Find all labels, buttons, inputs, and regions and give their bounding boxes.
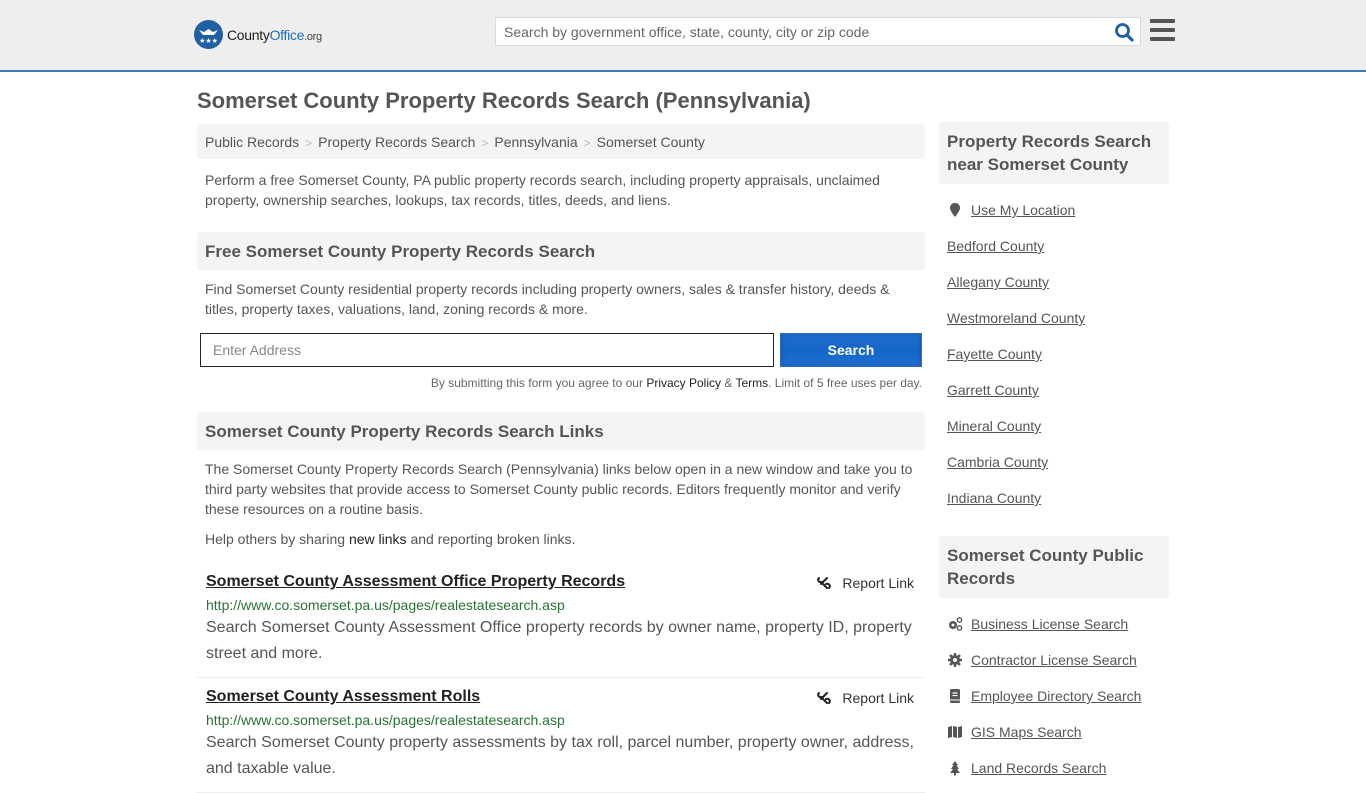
terms-notice-amp: &	[721, 376, 736, 390]
record-item: Somerset County Assessment Office Proper…	[197, 563, 925, 678]
terms-notice-suffix: . Limit of 5 free uses per day.	[768, 376, 922, 390]
nearby-county-item: Fayette County	[947, 336, 1169, 372]
record-url: http://www.co.somerset.pa.us/pages/reale…	[206, 597, 565, 613]
nearby-county-item: Cambria County	[947, 444, 1169, 480]
gears-icon	[949, 617, 963, 631]
record-url: http://www.co.somerset.pa.us/pages/reale…	[206, 712, 565, 728]
nearby-county-item: Allegany County	[947, 264, 1169, 300]
nearby-county-link[interactable]: Bedford County	[947, 238, 1044, 254]
nearby-county-link[interactable]: Garrett County	[947, 382, 1039, 398]
map-icon	[948, 726, 962, 738]
address-search-form: Search	[197, 333, 925, 367]
public-records-list: Business License Search Contractor Licen…	[939, 606, 1169, 786]
record-description: Search Somerset County property assessme…	[206, 734, 914, 777]
help-prefix: Help others by sharing	[205, 531, 349, 547]
hamburger-menu-icon[interactable]	[1150, 19, 1175, 41]
breadcrumb-property-records-search[interactable]: Property Records Search	[318, 134, 475, 150]
logo-text: CountyOffice.org	[227, 26, 322, 43]
nearby-county-item: Indiana County	[947, 480, 1169, 516]
address-input[interactable]	[200, 333, 774, 367]
nearby-county-link[interactable]: Allegany County	[947, 274, 1049, 290]
svg-text:★★★: ★★★	[199, 37, 218, 45]
nearby-county-link[interactable]: Indiana County	[947, 490, 1041, 506]
public-record-item: Business License Search	[947, 606, 1169, 642]
page-title: Somerset County Property Records Search …	[197, 88, 811, 113]
nearby-county-item: Mineral County	[947, 408, 1169, 444]
record-title-link[interactable]: Somerset County Assessment Rolls	[206, 688, 480, 705]
breadcrumb-separator: >	[305, 136, 313, 150]
sidebar: Property Records Search near Somerset Co…	[939, 122, 1169, 786]
broken-link-icon	[817, 692, 832, 704]
site-search-input[interactable]	[496, 18, 1096, 45]
use-my-location-link[interactable]: Use My Location	[971, 202, 1075, 218]
breadcrumb-public-records[interactable]: Public Records	[205, 134, 299, 150]
report-link-label: Report Link	[842, 690, 914, 706]
tree-icon	[950, 761, 960, 776]
gear-icon	[948, 653, 962, 667]
help-text: Help others by sharing new links and rep…	[197, 529, 925, 549]
public-records-heading: Somerset County Public Records	[939, 536, 1169, 598]
use-location-item: Use My Location	[947, 192, 1169, 228]
free-search-description: Find Somerset County residential propert…	[205, 281, 890, 317]
new-links-link[interactable]: new links	[349, 531, 407, 547]
public-record-item: GIS Maps Search	[947, 714, 1169, 750]
public-record-item: Land Records Search	[947, 750, 1169, 786]
breadcrumb-separator: >	[583, 136, 591, 150]
free-search-heading: Free Somerset County Property Records Se…	[197, 232, 925, 270]
nearby-county-item: Garrett County	[947, 372, 1169, 408]
site-header: ★★★ CountyOffice.org	[0, 0, 1366, 72]
nearby-county-list: Use My Location Bedford County Allegany …	[939, 192, 1169, 516]
public-record-link[interactable]: Land Records Search	[971, 760, 1106, 776]
nearby-county-item: Westmoreland County	[947, 300, 1169, 336]
nearby-county-link[interactable]: Westmoreland County	[947, 310, 1085, 326]
report-link-button[interactable]: Report Link	[816, 575, 914, 591]
main-content: Public Records > Property Records Search > P…	[197, 124, 925, 793]
public-record-item: Employee Directory Search	[947, 678, 1169, 714]
breadcrumb-somerset-county[interactable]: Somerset County	[597, 134, 705, 150]
nearby-county-item: Bedford County	[947, 228, 1169, 264]
breadcrumb-pennsylvania[interactable]: Pennsylvania	[494, 134, 577, 150]
search-icon[interactable]	[1114, 22, 1134, 42]
links-section-description: The Somerset County Property Records Sea…	[205, 461, 913, 517]
site-search-box	[495, 17, 1141, 46]
intro-text: Perform a free Somerset County, PA publi…	[205, 172, 880, 208]
map-marker-icon	[950, 203, 960, 217]
report-link-button[interactable]: Report Link	[816, 690, 914, 706]
broken-link-icon	[817, 577, 832, 589]
report-link-label: Report Link	[842, 575, 914, 591]
terms-notice: By submitting this form you agree to our…	[197, 376, 925, 390]
record-title-link[interactable]: Somerset County Assessment Office Proper…	[206, 573, 625, 590]
public-record-link[interactable]: GIS Maps Search	[971, 724, 1082, 740]
links-section-heading: Somerset County Property Records Search …	[197, 412, 925, 450]
address-search-button[interactable]: Search	[780, 333, 922, 367]
record-description: Search Somerset County Assessment Office…	[206, 619, 912, 662]
nearby-heading: Property Records Search near Somerset Co…	[939, 122, 1169, 184]
record-item: Somerset County Assessment Rolls Report …	[197, 678, 925, 793]
site-logo[interactable]: ★★★ CountyOffice.org	[194, 20, 322, 49]
book-icon	[950, 689, 960, 703]
eagle-logo-icon: ★★★	[194, 20, 223, 49]
terms-link[interactable]: Terms	[735, 376, 768, 390]
terms-notice-prefix: By submitting this form you agree to our	[430, 376, 647, 390]
help-suffix: and reporting broken links.	[406, 531, 576, 547]
public-record-item: Contractor License Search	[947, 642, 1169, 678]
public-record-link[interactable]: Employee Directory Search	[971, 688, 1141, 704]
public-record-link[interactable]: Business License Search	[971, 616, 1128, 632]
public-record-link[interactable]: Contractor License Search	[971, 652, 1137, 668]
nearby-county-link[interactable]: Mineral County	[947, 418, 1041, 434]
nearby-county-link[interactable]: Fayette County	[947, 346, 1042, 362]
nearby-county-link[interactable]: Cambria County	[947, 454, 1048, 470]
privacy-policy-link[interactable]: Privacy Policy	[646, 376, 721, 390]
breadcrumb-separator: >	[481, 136, 489, 150]
breadcrumb: Public Records > Property Records Search > P…	[197, 124, 925, 159]
